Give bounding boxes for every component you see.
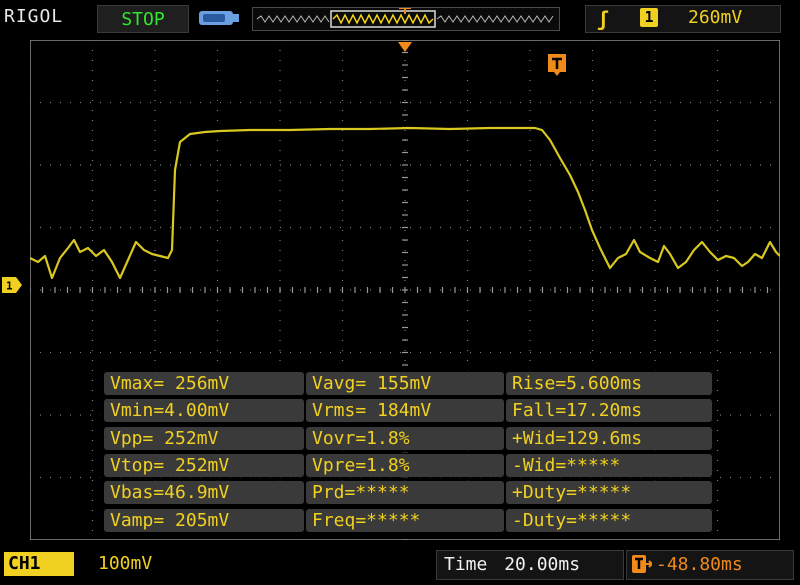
trigger-source-badge: 1	[640, 8, 658, 27]
measurement-item: Vmax= 256mV	[104, 372, 304, 395]
trigger-offset-value: -48.80ms	[656, 554, 743, 575]
measurement-item: Vovr=1.8%	[306, 426, 504, 450]
measurement-item: +Duty=*****	[506, 481, 712, 505]
timebase-label: Time	[444, 554, 488, 575]
measurement-item: Vpre=1.8%	[306, 453, 504, 477]
measurement-item: Vbas=46.9mV	[104, 481, 304, 505]
usb-storage-icon	[199, 11, 239, 25]
measurement-item: Freq=*****	[306, 508, 504, 532]
measurement-item: Prd=*****	[306, 481, 504, 505]
trigger-level: 260mV	[688, 7, 743, 28]
memory-waveform-left	[256, 15, 330, 23]
memory-timebase-indicator	[252, 7, 560, 31]
measurement-item: -Duty=*****	[506, 508, 712, 532]
brand-logo: RIGOL	[4, 6, 64, 27]
measurement-item: Vtop= 252mV	[104, 453, 304, 477]
trigger-status-box[interactable]	[585, 5, 781, 33]
measurement-item: Fall=17.20ms	[506, 399, 712, 423]
ch1-marker-label: 1	[6, 280, 13, 293]
timebase-readout: Time 20.00ms	[444, 554, 580, 575]
measurement-item: Vamp= 205mV	[104, 508, 304, 532]
trigger-offset-icon	[632, 555, 652, 573]
rising-edge-icon: ʃ	[597, 7, 610, 31]
measurement-item: +Wid=129.6ms	[506, 426, 712, 450]
measurement-item: Vmin=4.00mV	[104, 399, 304, 423]
memory-waveform-window	[332, 13, 434, 25]
ch1-badge[interactable]: CH1	[4, 552, 74, 576]
measurement-item: -Wid=*****	[506, 453, 712, 477]
measurement-panel: Vmax= 256mV Vmin=4.00mV Vpp= 252mV Vtop= 25…	[100, 370, 712, 533]
measurement-item: Vpp= 252mV	[104, 426, 304, 450]
run-stop-status[interactable]: STOP	[97, 5, 189, 33]
ch1-vertical-scale: 100mV	[98, 553, 153, 574]
ch1-ground-marker[interactable]: 1	[2, 277, 22, 293]
timebase-value: 20.00ms	[504, 554, 581, 575]
measurement-item: Vavg= 155mV	[306, 372, 504, 395]
memory-waveform-right	[436, 15, 554, 23]
measurement-item: Vrms= 184mV	[306, 399, 504, 423]
measurement-item: Rise=5.600ms	[506, 372, 712, 395]
